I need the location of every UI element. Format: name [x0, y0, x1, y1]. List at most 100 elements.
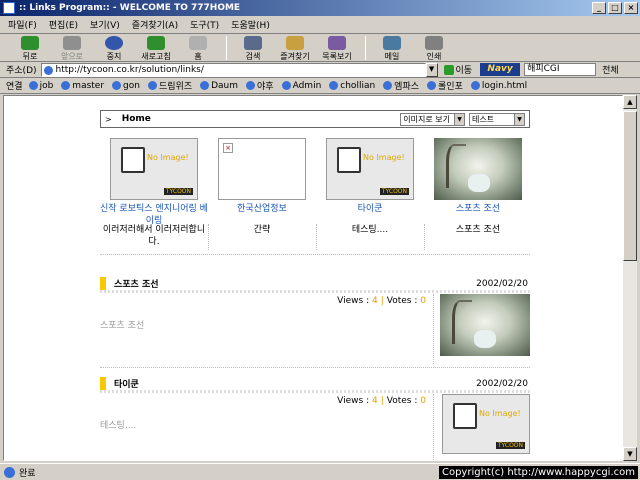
- link-daum[interactable]: Daum: [200, 81, 238, 91]
- entry-divider: [433, 394, 434, 460]
- address-input[interactable]: http://tycoon.co.kr/solution/links/: [40, 62, 426, 77]
- status-bar: 완료 Copyright(c) http://www.happycgi.com: [0, 463, 640, 480]
- link-rollinfo[interactable]: 롤인포: [427, 79, 463, 92]
- tycoon-logo: TYCOON: [379, 188, 409, 195]
- back-arrow-icon: [21, 36, 39, 50]
- home-button[interactable]: 홈: [178, 34, 218, 62]
- landscape-thumbnail[interactable]: [434, 138, 522, 200]
- navy-toolbar-logo[interactable]: Navy: [480, 63, 521, 76]
- address-bar: 주소(D) http://tycoon.co.kr/solution/links…: [0, 62, 640, 78]
- page-viewport: > Home 이미지로 보기 ▼ 테스트 ▼ No Image! TYCOON …: [3, 95, 623, 461]
- link-icon: [200, 81, 210, 90]
- tree-shape: [452, 300, 472, 344]
- home-link[interactable]: Home: [122, 114, 401, 124]
- navy-search-input[interactable]: 해피CGI: [524, 63, 597, 76]
- views-count: 4: [371, 296, 378, 306]
- refresh-button[interactable]: 새로고침: [136, 34, 176, 62]
- entry-date: 2002/02/20: [476, 378, 528, 389]
- toolbar: 뒤로 앞으로 중지 새로고침 홈 검색 즐겨찾기 목록보기 메일 인쇄: [0, 34, 640, 62]
- forward-button[interactable]: 앞으로: [52, 34, 92, 62]
- menu-file[interactable]: 파일(F): [8, 18, 37, 31]
- go-arrow-icon: [443, 64, 454, 75]
- address-dropdown-button[interactable]: ▼: [425, 62, 438, 77]
- link-empas[interactable]: 엠파스: [383, 79, 419, 92]
- link-icon: [28, 81, 38, 90]
- menu-tools[interactable]: 도구(T): [190, 18, 219, 31]
- book-icon: [453, 403, 477, 429]
- entry-title-link[interactable]: 스포츠 조선: [114, 277, 476, 290]
- entry-bottom-divider: [100, 367, 530, 368]
- scroll-down-button[interactable]: ▼: [623, 447, 637, 461]
- votes-count: 0: [420, 396, 426, 406]
- scroll-up-button[interactable]: ▲: [623, 95, 637, 109]
- back-button[interactable]: 뒤로: [10, 34, 50, 62]
- favorites-button[interactable]: 즐겨찾기: [275, 34, 315, 62]
- links-bar: 연결 job master gon 드림위즈 Daum 야후 Admin cho…: [0, 78, 640, 94]
- menu-favorites[interactable]: 즐겨찾기(A): [132, 18, 178, 31]
- yellow-marker-icon: [100, 377, 106, 390]
- landscape-thumbnail[interactable]: [440, 294, 530, 356]
- title-bar: :: Links Program:: - WELCOME TO 777HOME …: [0, 0, 640, 16]
- maximize-button[interactable]: □: [608, 2, 622, 14]
- vertical-scrollbar[interactable]: ▲ ▼: [623, 95, 637, 461]
- link-chollian[interactable]: chollian: [329, 81, 375, 91]
- mail-icon: [383, 36, 401, 50]
- toolbar-separator: [365, 36, 366, 60]
- link-master[interactable]: master: [61, 81, 104, 91]
- link-gon[interactable]: gon: [112, 81, 140, 91]
- mail-button[interactable]: 메일: [372, 34, 412, 62]
- stop-icon: [105, 36, 123, 50]
- history-button[interactable]: 목록보기: [317, 34, 357, 62]
- minimize-button[interactable]: _: [592, 2, 606, 14]
- link-admin[interactable]: Admin: [281, 81, 321, 91]
- chevron-down-icon: ▼: [454, 113, 464, 125]
- entry-title-link[interactable]: 타이쿤: [114, 377, 476, 390]
- address-url: http://tycoon.co.kr/solution/links/: [55, 64, 204, 75]
- print-button[interactable]: 인쇄: [414, 34, 454, 62]
- waterfall-shape: [474, 330, 496, 348]
- menu-help[interactable]: 도움말(H): [231, 18, 270, 31]
- link-job[interactable]: job: [28, 81, 53, 91]
- search-scope-button[interactable]: 전체: [602, 63, 619, 76]
- search-button[interactable]: 검색: [233, 34, 273, 62]
- no-image-thumbnail[interactable]: No Image! TYCOON: [442, 394, 530, 454]
- links-label: 연결: [6, 82, 23, 92]
- entry-description: 테스팅....: [100, 421, 137, 431]
- no-image-thumbnail[interactable]: No Image! TYCOON: [326, 138, 414, 200]
- link-yahoo[interactable]: 야후: [246, 79, 274, 92]
- link-dreamwiz[interactable]: 드림위즈: [147, 79, 192, 92]
- chevron-right-icon: >: [105, 114, 112, 124]
- close-button[interactable]: ×: [624, 2, 638, 14]
- no-image-thumbnail[interactable]: No Image! TYCOON: [110, 138, 198, 200]
- entry-description: 스포츠 조선: [100, 321, 145, 331]
- scroll-thumb[interactable]: [623, 111, 637, 261]
- menu-edit[interactable]: 편집(E): [49, 18, 78, 31]
- theme-select[interactable]: 테스트 ▼: [469, 112, 525, 126]
- tycoon-logo: TYCOON: [495, 442, 525, 449]
- link-login[interactable]: login.html: [470, 81, 527, 91]
- link-icon: [147, 81, 157, 90]
- link-icon: [112, 81, 122, 90]
- refresh-icon: [147, 36, 165, 50]
- book-icon: [337, 147, 361, 173]
- stop-button[interactable]: 중지: [94, 34, 134, 62]
- grid-item: No Image! TYCOON 신작 로보틱스 엔지니어링 베이링: [100, 138, 208, 227]
- entry-body: Views : 4 | Votes : 0 테스팅.... No Image! TY…: [100, 392, 530, 460]
- grid-item-title-link[interactable]: 스포츠 조선: [424, 203, 532, 215]
- go-button[interactable]: 이동: [443, 63, 472, 76]
- search-icon: [244, 36, 262, 50]
- views-count: 4: [371, 396, 378, 406]
- tycoon-logo: TYCOON: [163, 188, 193, 195]
- grid-item-title-link[interactable]: 타이쿤: [316, 203, 424, 215]
- link-icon: [246, 81, 256, 90]
- grid-item: × 한국산업정보: [208, 138, 316, 215]
- grid-item-title-link[interactable]: 한국산업정보: [208, 203, 316, 215]
- toolbar-separator: [226, 36, 227, 60]
- view-mode-select[interactable]: 이미지로 보기 ▼: [400, 112, 465, 126]
- link-icon: [329, 81, 339, 90]
- entry-stats: Views : 4 | Votes : 0: [337, 296, 426, 306]
- grid-item-description: 간략: [253, 225, 271, 235]
- broken-image-thumbnail[interactable]: ×: [218, 138, 306, 200]
- menu-view[interactable]: 보기(V): [90, 18, 120, 31]
- grid-bottom-divider: [100, 254, 530, 255]
